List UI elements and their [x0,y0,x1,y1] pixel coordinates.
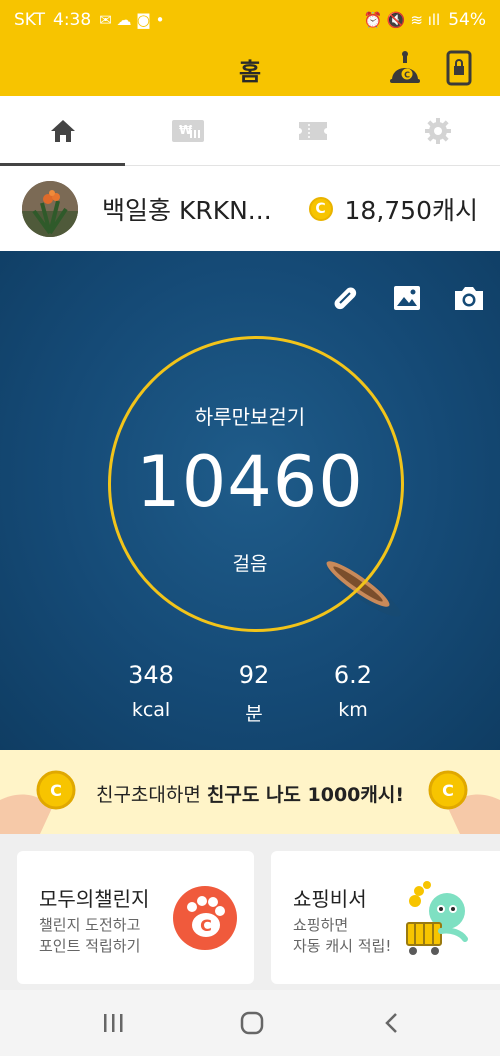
tab-shop[interactable]: ₩ [125,96,250,165]
system-nav-bar [0,990,500,1056]
steps-title: 하루만보걷기 [194,405,306,429]
step-count: 10460 [136,441,364,523]
battery-label: 54% [448,10,486,30]
back-icon [385,1013,397,1033]
card-subtitle: 쇼핑하면 자동 캐시 적립! [293,915,391,957]
ticket-icon [298,121,327,140]
tab-bar: ₩ [0,96,500,166]
clock: 4:38 [53,10,92,30]
stat-unit: km [338,699,368,721]
stat-value: 348 [128,661,174,689]
card-title: 쇼핑비서 [293,887,367,911]
banner-text-normal: 친구초대하면 [95,784,207,806]
profile-row[interactable]: 백일홍 KRKN... C 18,750캐시 [0,167,500,251]
stat-value: 6.2 [333,661,373,689]
card-subtitle-line: 포인트 적립하기 [39,937,141,955]
recent-apps-button[interactable] [98,1008,128,1038]
banner-text: 친구초대하면 친구도 나도 1000캐시! [0,780,500,807]
camera-icon[interactable] [452,281,486,315]
paw-coin-icon: C [173,886,237,950]
profile-name: 백일홍 KRKN... [102,196,272,225]
step-unit: 걸음 [232,553,268,575]
step-counter-panel: 하루만보걷기 10460 걸음 348 kcal 92 분 6.2 km [0,251,500,750]
status-bar: SKT 4:38 ✉ ☁ ◙ • ⏰ 🔇 ≋ ıll 54% [0,0,500,40]
system-icons: ⏰ 🔇 ≋ ıll [363,11,441,29]
shopping-mascot-icon [406,881,468,955]
invite-banner[interactable]: C C 친구초대하면 친구도 나도 1000캐시! [0,750,500,834]
shopping-card[interactable]: 쇼핑비서 쇼핑하면 자동 캐시 적립! [271,851,500,984]
stat-distance: 6.2 km [303,661,403,721]
svg-text:C: C [200,916,212,935]
stat-unit: 분 [245,703,263,725]
stat-value: 92 [238,661,270,689]
banner-text-bold: 친구도 나도 1000캐시! [206,784,405,806]
card-subtitle-line: 챌린지 도전하고 [39,916,141,934]
cash-balance[interactable]: C 18,750캐시 [308,191,478,227]
avatar[interactable] [22,181,78,237]
stat-calories: 348 kcal [101,661,201,721]
coin-bag-icon[interactable]: C [386,50,424,86]
home-button[interactable] [237,1008,267,1038]
tab-home[interactable] [0,96,125,166]
page-title: 홈 [238,58,262,86]
coin-icon: C [308,197,333,221]
shop-icon: ₩ [171,119,204,142]
card-title: 모두의챌린지 [39,887,150,911]
challenge-card[interactable]: 모두의챌린지 챌린지 도전하고 포인트 적립하기 C [17,851,254,984]
tab-ticket[interactable] [250,96,375,165]
image-icon[interactable] [390,281,424,315]
card-subtitle: 챌린지 도전하고 포인트 적립하기 [39,915,140,957]
lock-screen-icon[interactable] [446,50,472,86]
pill-icon[interactable] [328,281,362,315]
cash-amount: 18,750캐시 [344,196,478,225]
carrier-label: SKT [14,10,46,30]
svg-text:C: C [404,71,410,80]
home-icon [50,119,75,142]
tab-settings[interactable] [375,96,500,165]
notification-icons: ✉ ☁ ◙ • [99,11,165,29]
gear-icon [424,117,451,144]
stat-unit: kcal [131,699,171,721]
stat-minutes: 92 분 [204,661,304,726]
app-bar: 홈 C [0,40,500,96]
recent-apps-icon [104,1014,123,1032]
home-circle-icon [240,1011,264,1035]
back-button[interactable] [377,1008,407,1038]
card-subtitle-line: 쇼핑하면 [293,916,349,934]
card-subtitle-line: 자동 캐시 적립! [293,937,392,955]
